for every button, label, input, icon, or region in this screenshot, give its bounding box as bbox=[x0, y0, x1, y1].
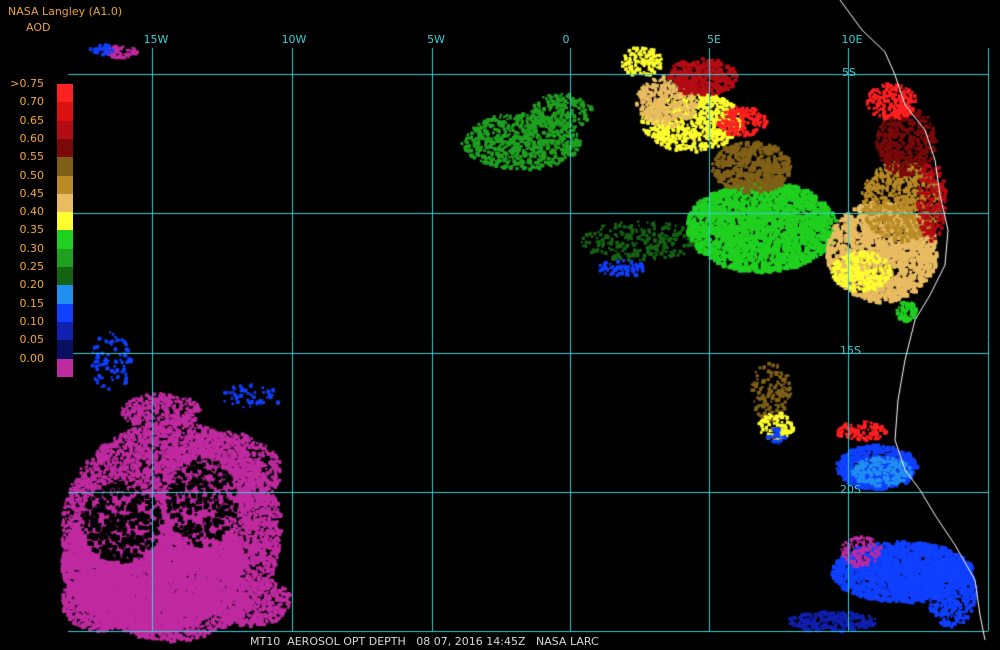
lat-label-15s: 15S bbox=[840, 344, 861, 357]
legend-swatch bbox=[57, 340, 73, 360]
legend-swatch bbox=[57, 138, 73, 158]
legend-label: 0.70 bbox=[19, 95, 45, 109]
legend-swatch bbox=[57, 212, 73, 231]
legend-label: 0.55 bbox=[19, 150, 45, 164]
legend-swatch bbox=[57, 84, 73, 103]
legend-label: 0.25 bbox=[19, 260, 45, 273]
product-title: AOD bbox=[26, 21, 51, 34]
lon-label-5w: 5W bbox=[427, 33, 445, 46]
lon-label-5e: 5E bbox=[707, 33, 721, 46]
lon-label-0: 0 bbox=[562, 33, 570, 46]
legend-label: 0.50 bbox=[19, 168, 45, 182]
legend-swatch bbox=[57, 193, 73, 213]
legend-swatch bbox=[57, 248, 73, 268]
legend-label: 0.30 bbox=[19, 241, 45, 255]
legend-label: 0.00 bbox=[19, 351, 45, 365]
lon-label-10w: 10W bbox=[281, 33, 307, 46]
legend-swatch bbox=[57, 358, 73, 378]
legend-label: 0.35 bbox=[19, 223, 45, 237]
lat-label-20s: 20S bbox=[840, 483, 861, 496]
legend-swatch bbox=[57, 120, 73, 140]
legend-swatch bbox=[57, 102, 73, 122]
legend-swatch bbox=[57, 303, 73, 323]
lon-label-15w: 15W bbox=[143, 33, 169, 46]
footer-caption: MT10 AEROSOL OPT DEPTH 08 07, 2016 14:45… bbox=[250, 635, 599, 648]
lat-label-5s: 5S bbox=[842, 66, 856, 79]
legend-swatch bbox=[57, 230, 73, 250]
legend-swatch bbox=[57, 267, 73, 286]
legend-swatch bbox=[57, 175, 73, 195]
legend-swatch bbox=[57, 321, 73, 341]
legend-label: 0.10 bbox=[19, 314, 45, 328]
legend-label: 0.05 bbox=[19, 333, 45, 347]
legend-label: 0.65 bbox=[19, 113, 45, 127]
lon-label-10e: 10E bbox=[841, 33, 863, 46]
legend-label: 0.40 bbox=[19, 205, 45, 219]
aod-map bbox=[0, 0, 1000, 650]
legend-label: 0.45 bbox=[19, 186, 45, 200]
legend-swatch bbox=[57, 157, 73, 177]
legend-swatch bbox=[57, 285, 73, 305]
legend-label: 0.20 bbox=[19, 278, 45, 292]
legend-label: 0.60 bbox=[19, 131, 45, 145]
legend-label: >0.75 bbox=[10, 77, 44, 90]
source-title: NASA Langley (A1.0) bbox=[8, 5, 123, 18]
legend-label: 0.15 bbox=[19, 296, 45, 310]
